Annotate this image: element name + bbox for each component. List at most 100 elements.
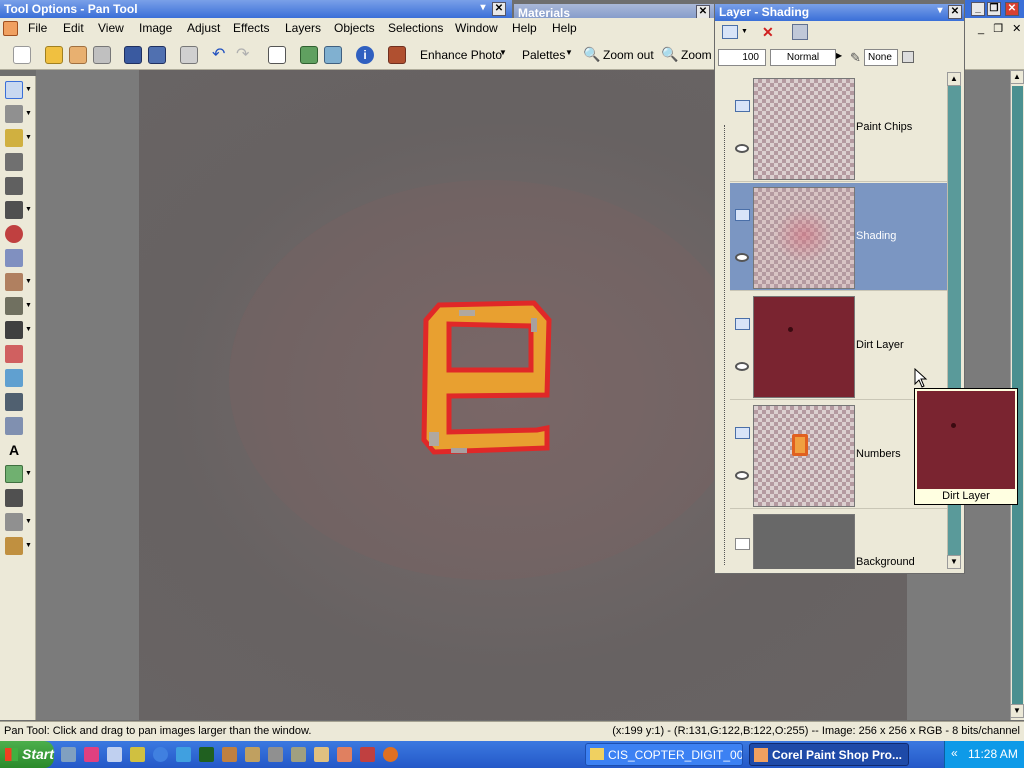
main-scroll-up-button[interactable]: ▲ <box>1010 70 1024 84</box>
materials-close-button[interactable]: ✕ <box>696 5 710 19</box>
start-button[interactable]: Start <box>0 741 54 768</box>
visibility-eye-icon[interactable] <box>735 144 749 153</box>
scan-icon[interactable] <box>93 46 111 64</box>
network-icon[interactable] <box>61 747 76 762</box>
deform-arrow-icon[interactable]: ▼ <box>25 206 32 213</box>
tool-options-close-button[interactable]: ✕ <box>492 2 506 16</box>
text-tool-icon[interactable]: A <box>5 441 23 459</box>
tool-options-menu-button[interactable]: ▾ <box>476 2 490 16</box>
layer-row-paint-chips[interactable]: Paint Chips <box>730 74 947 182</box>
visibility-eye-icon[interactable] <box>735 362 749 371</box>
app-icon-3[interactable] <box>245 747 260 762</box>
visibility-eye-icon[interactable] <box>735 471 749 480</box>
close-button[interactable]: ✕ <box>1005 2 1019 16</box>
blend-mode-select[interactable]: Normal <box>770 49 836 66</box>
menu-file[interactable]: File <box>28 21 47 35</box>
app-icon-5[interactable] <box>291 747 306 762</box>
shield-icon[interactable] <box>130 747 145 762</box>
shape-tool-arrow-icon[interactable]: ▼ <box>25 470 32 477</box>
layer-palette-close-button[interactable]: ✕ <box>948 5 962 19</box>
image-icon[interactable] <box>324 46 342 64</box>
firefox-icon[interactable] <box>383 747 398 762</box>
clone-brush-arrow-icon[interactable]: ▼ <box>25 278 32 285</box>
paint-brush-icon[interactable] <box>5 345 23 363</box>
layer-link-icon[interactable] <box>735 427 750 439</box>
dropper-icon[interactable] <box>5 153 23 171</box>
menu-effects[interactable]: Effects <box>233 21 269 35</box>
color-replacer-icon[interactable] <box>5 369 23 387</box>
visibility-eye-icon[interactable] <box>735 253 749 262</box>
notepad-icon[interactable] <box>107 747 122 762</box>
layer-scroll-up-button[interactable]: ▲ <box>947 72 961 86</box>
clone-brush-icon[interactable] <box>5 273 23 291</box>
zoom-out-icon[interactable]: 🔍 <box>583 46 600 63</box>
move-tool-arrow-icon[interactable]: ▼ <box>25 110 32 117</box>
menu-adjust[interactable]: Adjust <box>187 21 220 35</box>
clock[interactable]: 11:28 AM <box>968 747 1018 761</box>
edit-layer-icon[interactable] <box>792 24 808 40</box>
dodge-icon[interactable] <box>5 321 23 339</box>
menu-objects[interactable]: Objects <box>334 21 375 35</box>
calculator-icon[interactable] <box>84 747 99 762</box>
move-tool-icon[interactable] <box>5 105 23 123</box>
task-folder[interactable]: CIS_COPTER_DIGIT_006 <box>585 743 743 766</box>
enhance-photo-button[interactable]: Enhance Photo <box>420 48 502 62</box>
palettes-dropdown-icon[interactable]: ▼ <box>565 48 573 57</box>
save-icon[interactable] <box>124 46 142 64</box>
magic-wand-icon[interactable] <box>5 129 23 147</box>
app-icon-2[interactable] <box>222 747 237 762</box>
makeover-icon[interactable] <box>5 249 23 267</box>
new-layer-dropdown-icon[interactable]: ▼ <box>741 28 748 35</box>
flood-fill-icon[interactable] <box>5 393 23 411</box>
mdi-minimize-icon[interactable]: _ <box>978 23 984 35</box>
mask-label[interactable]: None <box>864 49 898 66</box>
restore-button[interactable]: ❐ <box>987 2 1001 16</box>
minimize-button[interactable]: _ <box>971 2 985 16</box>
app-icon-4[interactable] <box>268 747 283 762</box>
main-scroll-down-button[interactable]: ▼ <box>1010 704 1024 718</box>
new-layer-icon[interactable] <box>722 25 738 39</box>
crop-icon[interactable] <box>5 177 23 195</box>
menu-view[interactable]: View <box>98 21 124 35</box>
deform-icon[interactable] <box>5 201 23 219</box>
zoom-in-button[interactable]: Zoom <box>681 48 712 62</box>
shape-tool-icon[interactable] <box>5 465 23 483</box>
opacity-field[interactable]: 100 <box>718 49 766 66</box>
menu-selections[interactable]: Selections <box>388 21 443 35</box>
scratch-remover-icon[interactable] <box>5 297 23 315</box>
layer-row-shading[interactable]: Shading <box>730 183 947 291</box>
zoom-out-button[interactable]: Zoom out <box>603 48 654 62</box>
warp-brush-arrow-icon[interactable]: ▼ <box>25 518 32 525</box>
app-icon-7[interactable] <box>360 747 375 762</box>
picture-tube-arrow-icon[interactable]: ▼ <box>25 542 32 549</box>
new-icon[interactable] <box>13 46 31 64</box>
blend-mode-arrow-icon[interactable]: ▶ <box>836 51 842 60</box>
hand-icon[interactable] <box>314 747 329 762</box>
pan-tool-icon[interactable] <box>5 81 23 99</box>
red-eye-icon[interactable] <box>5 225 23 243</box>
layer-link-icon[interactable] <box>735 209 750 221</box>
redo-icon[interactable]: ↷ <box>236 46 254 64</box>
mask-icon[interactable]: ✎ <box>850 50 861 66</box>
pen-tool-icon[interactable] <box>5 489 23 507</box>
learning-center-icon[interactable] <box>388 46 406 64</box>
layer-row-background[interactable]: Background <box>730 510 947 569</box>
mdi-restore-icon[interactable]: ❐ <box>993 23 1003 35</box>
app-icon[interactable] <box>3 21 18 36</box>
menu-edit[interactable]: Edit <box>63 21 84 35</box>
task-psp[interactable]: Corel Paint Shop Pro... <box>749 743 909 766</box>
tray-expand-button[interactable]: « <box>951 746 958 760</box>
scratch-remover-arrow-icon[interactable]: ▼ <box>25 302 32 309</box>
layer-palette-menu-button[interactable]: ▾ <box>933 5 947 19</box>
undo-icon[interactable]: ↶ <box>212 46 230 64</box>
ie-icon[interactable] <box>153 747 168 762</box>
palettes-button[interactable]: Palettes <box>522 48 565 62</box>
menu-help-2[interactable]: Help <box>552 21 577 35</box>
delete-layer-icon[interactable]: ✕ <box>762 24 774 41</box>
magic-wand-arrow-icon[interactable]: ▼ <box>25 134 32 141</box>
layer-link-icon[interactable] <box>735 538 750 550</box>
picture-tube-icon[interactable] <box>5 537 23 555</box>
mdi-close-icon[interactable]: ✕ <box>1012 23 1021 35</box>
dodge-arrow-icon[interactable]: ▼ <box>25 326 32 333</box>
print-icon[interactable] <box>180 46 198 64</box>
